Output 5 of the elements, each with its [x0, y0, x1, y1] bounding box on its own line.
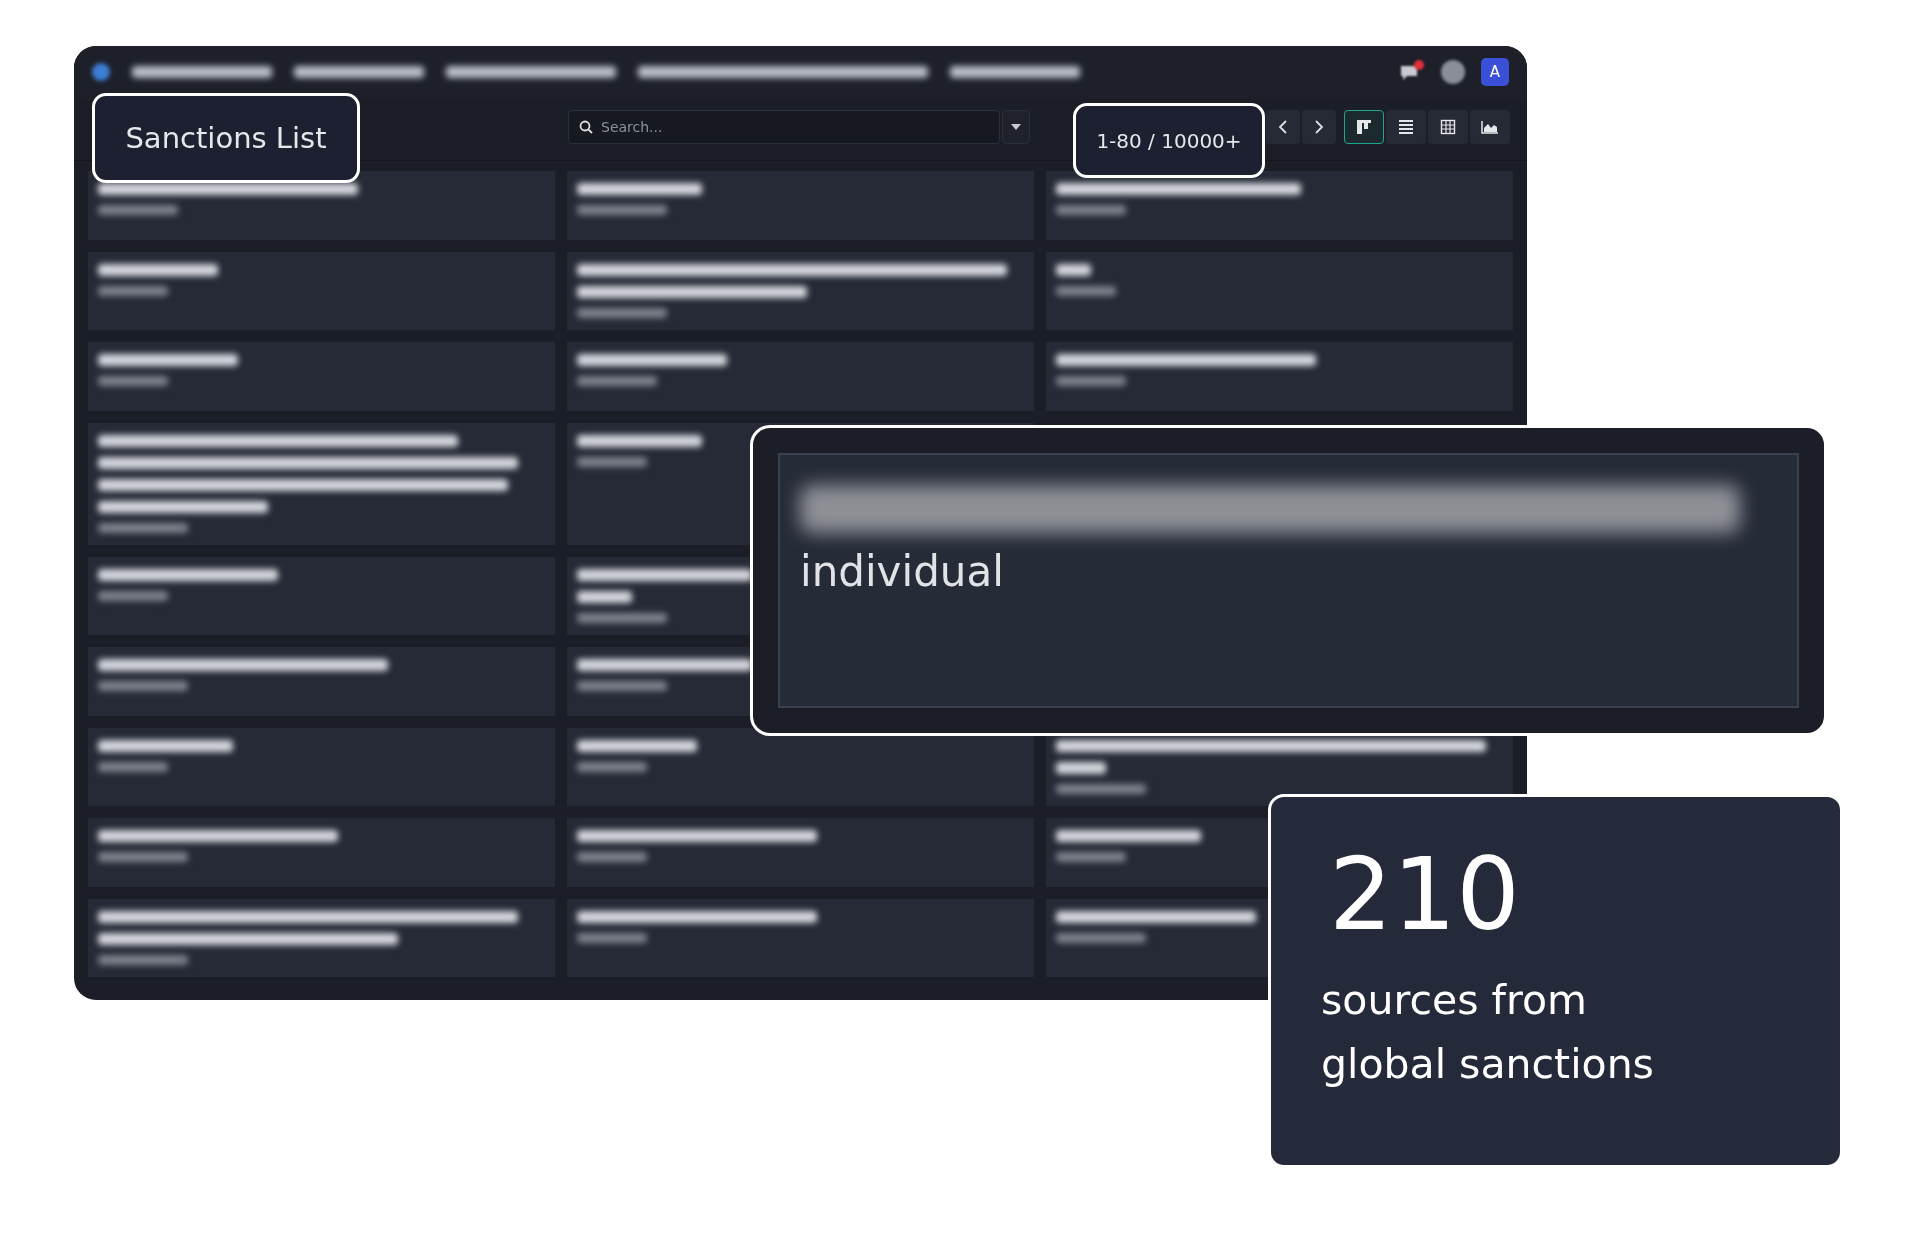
stat-caption: sources from global sanctions: [1321, 975, 1655, 1090]
page-title: Sanctions List: [92, 93, 360, 183]
pager-counter: 1-80 / 10000+: [1073, 103, 1265, 178]
record-type: individual: [800, 547, 1005, 596]
stat-value: 210: [1329, 845, 1521, 945]
